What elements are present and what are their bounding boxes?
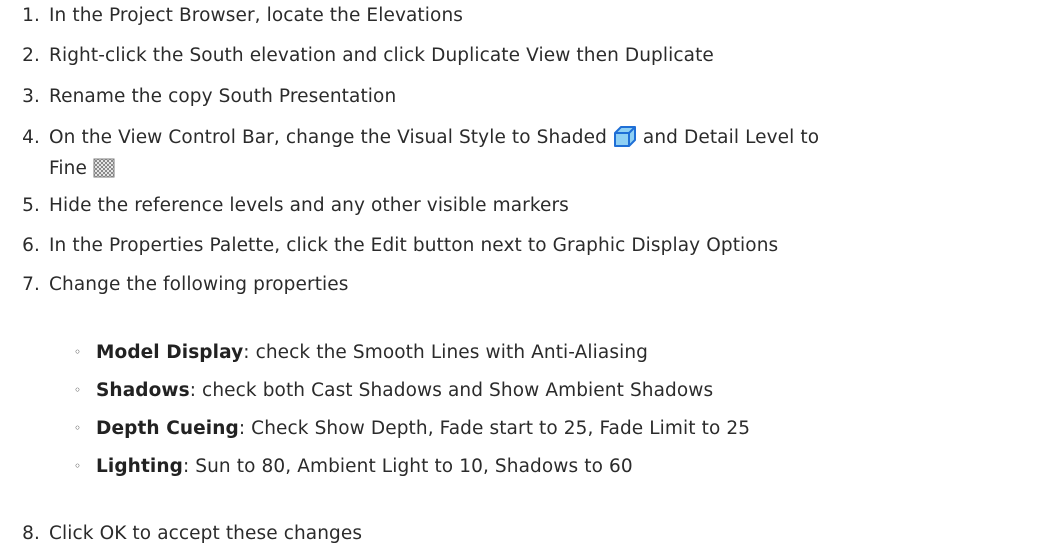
step-number: 3. bbox=[22, 86, 40, 107]
property-text: : Sun to 80, Ambient Light to 10, Shadow… bbox=[182, 456, 633, 477]
step-number: 1. bbox=[22, 5, 40, 26]
step-number: 6. bbox=[22, 235, 40, 256]
fine-detail-level-icon bbox=[93, 158, 115, 186]
step-text: Click OK to accept these changes bbox=[49, 523, 363, 544]
bullet-icon: ◦ bbox=[74, 383, 82, 397]
step-number: 5. bbox=[22, 195, 40, 216]
step-text-part: On the View Control Bar, change the Visu… bbox=[49, 127, 607, 148]
step-number: 7. bbox=[22, 274, 40, 295]
step-number: 2. bbox=[22, 45, 40, 66]
shaded-visual-style-icon bbox=[613, 125, 637, 155]
step-number: 8. bbox=[22, 523, 40, 544]
property-item-lighting: ◦ Lighting: Sun to 80, Ambient Light to 1… bbox=[74, 456, 633, 477]
step-number: 4. bbox=[22, 127, 40, 148]
step-text: In the Properties Palette, click the Edi… bbox=[49, 235, 779, 256]
property-item-shadows: ◦ Shadows: check both Cast Shadows and Sh… bbox=[74, 380, 713, 401]
instructions-document: 1. In the Project Browser, locate the El… bbox=[0, 0, 1038, 550]
property-item-depth-cueing: ◦ Depth Cueing: Check Show Depth, Fade st… bbox=[74, 418, 750, 439]
bullet-icon: ◦ bbox=[74, 345, 82, 359]
bullet-icon: ◦ bbox=[74, 421, 82, 435]
step-text: On the View Control Bar, change the Visu… bbox=[49, 124, 1030, 186]
property-text: : check the Smooth Lines with Anti-Alias… bbox=[243, 342, 648, 363]
step-text: Rename the copy South Presentation bbox=[49, 86, 397, 107]
property-item-model-display: ◦ Model Display: check the Smooth Lines w… bbox=[74, 342, 648, 363]
property-label: Shadows bbox=[96, 380, 190, 401]
step-text: Change the following properties bbox=[49, 274, 349, 295]
step-text-part: Fine bbox=[49, 158, 87, 179]
step-text: Hide the reference levels and any other … bbox=[49, 195, 569, 216]
property-label: Lighting bbox=[96, 456, 183, 477]
step-text: In the Project Browser, locate the Eleva… bbox=[49, 5, 464, 26]
step-text: Right-click the South elevation and clic… bbox=[49, 45, 714, 66]
property-label: Model Display bbox=[96, 342, 244, 363]
property-label: Depth Cueing bbox=[96, 418, 239, 439]
step-text-part: and Detail Level to bbox=[642, 127, 820, 148]
property-text: : check both Cast Shadows and Show Ambie… bbox=[189, 380, 714, 401]
bullet-icon: ◦ bbox=[74, 459, 82, 473]
property-text: : Check Show Depth, Fade start to 25, Fa… bbox=[238, 418, 751, 439]
